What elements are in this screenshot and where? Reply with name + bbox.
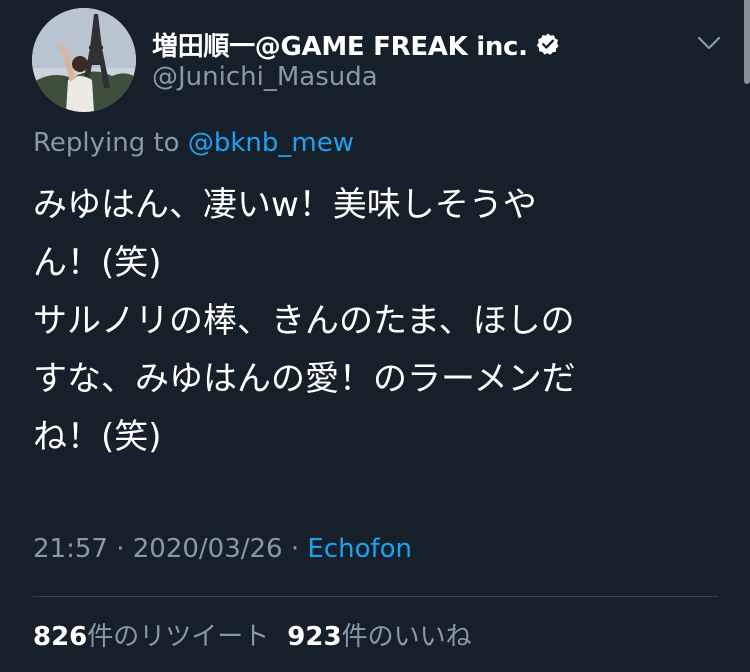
tweet-text-line: すな、みゆはんの愛！のラーメンだ [33,359,576,399]
tweet-detail: 増田順一@GAME FREAK inc. @Junichi_Masuda Rep… [0,0,750,672]
tweet-meta: 21:57 · 2020/03/26 · Echofon [33,534,412,564]
retweets-label: 件のリツイート [87,622,270,652]
tweet-text-line: サルノリの棒、きんのたま、ほしの [33,301,575,341]
tweet-date[interactable]: 2020/03/26 [133,534,283,564]
avatar[interactable] [32,8,136,112]
tweet-source-link[interactable]: Echofon [307,534,412,564]
likes-count: 923 [287,622,342,652]
retweets-stat[interactable]: 826 件のリツイート [33,616,269,653]
verified-badge-icon [536,32,560,56]
tweet-time[interactable]: 21:57 [33,534,108,564]
tweet-text: みゆはん、凄いw！美味しそうや ん！(笑) サルノリの棒、きんのたま、ほしの す… [33,176,713,466]
replying-to: Replying to @bknb_mew [33,128,354,158]
likes-stat[interactable]: 923 件のいいね [287,616,471,653]
retweets-count: 826 [33,622,88,652]
meta-separator: · [116,534,125,564]
scrollbar[interactable] [744,0,750,84]
replying-to-label: Replying to [33,128,180,158]
tweet-stats: 826 件のリツイート 923 件のいいね [33,616,472,653]
tweet-text-line: ん！(笑) [33,243,162,283]
display-name[interactable]: 増田順一@GAME FREAK inc. [152,26,528,63]
avatar-photo [32,8,136,112]
likes-label: 件のいいね [341,622,472,652]
chevron-down-icon[interactable] [694,28,724,58]
tweet-text-line: みゆはん、凄いw！美味しそうや [33,185,537,225]
author-handle[interactable]: @Junichi_Masuda [152,62,378,92]
display-name-row[interactable]: 増田順一@GAME FREAK inc. [152,26,560,62]
meta-separator: · [290,534,300,564]
divider [33,596,718,597]
reply-mention-link[interactable]: @bknb_mew [188,128,354,158]
tweet-text-line: ね！(笑) [33,417,162,457]
